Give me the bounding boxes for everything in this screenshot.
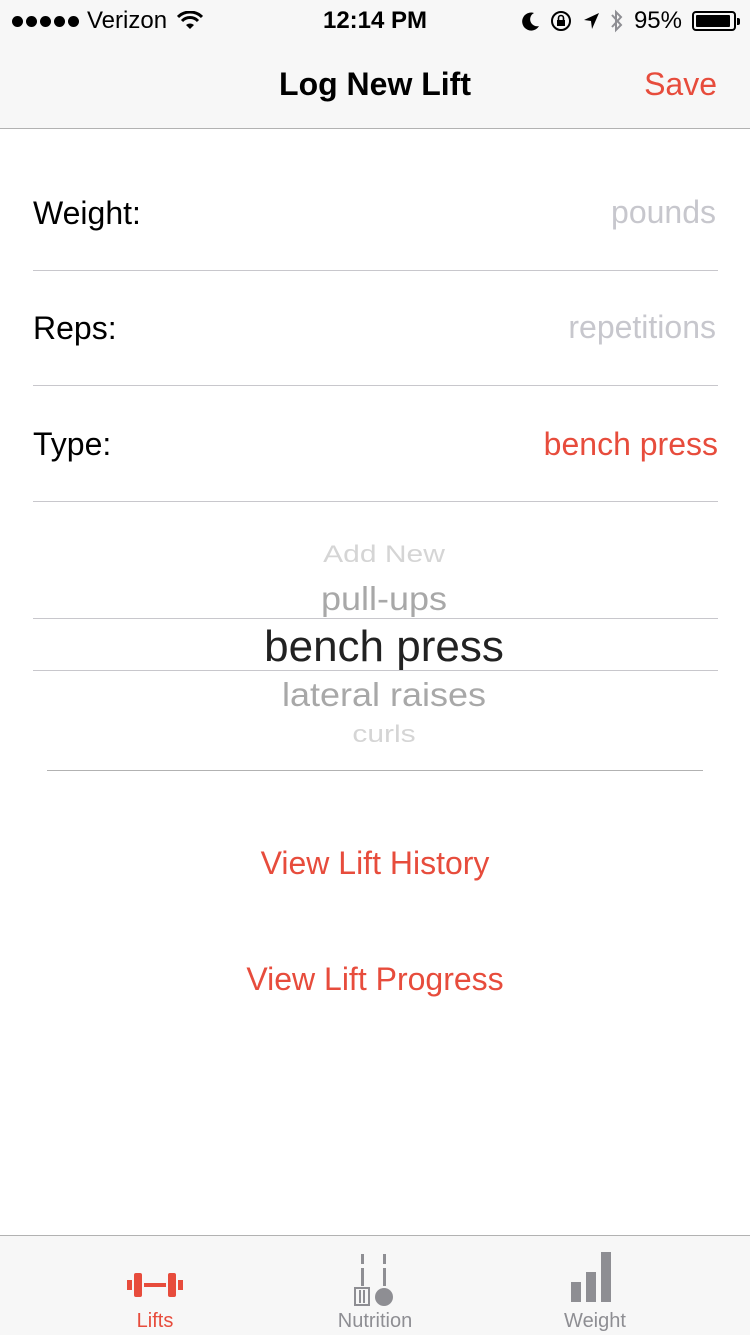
picker-item-selected[interactable]: bench press [0,622,750,672]
barbell-icon [127,1273,183,1297]
tab-bar: Lifts Nutrition Weight [0,1235,750,1335]
rotation-lock-icon [550,11,571,31]
tab-label: Lifts [136,1310,174,1332]
bluetooth-icon [611,9,623,33]
picker-item[interactable]: Add New [0,541,750,568]
picker-item[interactable]: curls [0,721,750,748]
view-lift-progress-button[interactable]: View Lift Progress [0,961,750,998]
view-lift-history-button[interactable]: View Lift History [0,845,750,882]
tab-lifts[interactable]: Lifts [30,1236,280,1335]
battery-level-fill [696,15,730,27]
status-bar: Verizon 12:14 PM 95% [0,0,750,40]
weight-label: Weight: [33,195,141,231]
battery-percent: 95% [633,7,682,34]
tab-nutrition[interactable]: Nutrition [250,1236,500,1335]
tab-weight[interactable]: Weight [470,1236,720,1335]
reps-row: Reps: [33,270,718,386]
weight-input[interactable] [294,191,718,233]
reps-input[interactable] [294,306,718,348]
lift-type-picker[interactable]: Add New pull-ups bench press lateral rai… [0,502,750,772]
bar-chart-icon [571,1252,611,1302]
moon-icon [522,12,539,31]
status-right: 95% [522,7,740,35]
type-row[interactable]: Type: bench press [33,386,718,502]
picker-bottom-divider [47,770,703,771]
location-arrow-icon [583,13,599,29]
page-title: Log New Lift [279,66,471,102]
picker-item[interactable]: lateral raises [0,676,750,715]
type-value[interactable]: bench press [544,426,718,463]
tab-label: Weight [564,1310,626,1332]
weight-row: Weight: [33,155,718,271]
picker-item[interactable]: pull-ups [0,580,750,619]
navigation-bar: Log New Lift Save [0,40,750,129]
reps-label: Reps: [33,310,117,346]
save-button[interactable]: Save [644,66,717,103]
battery-icon [692,11,740,31]
fork-knife-icon [354,1254,393,1306]
type-label: Type: [33,426,112,462]
tab-label: Nutrition [337,1310,413,1332]
